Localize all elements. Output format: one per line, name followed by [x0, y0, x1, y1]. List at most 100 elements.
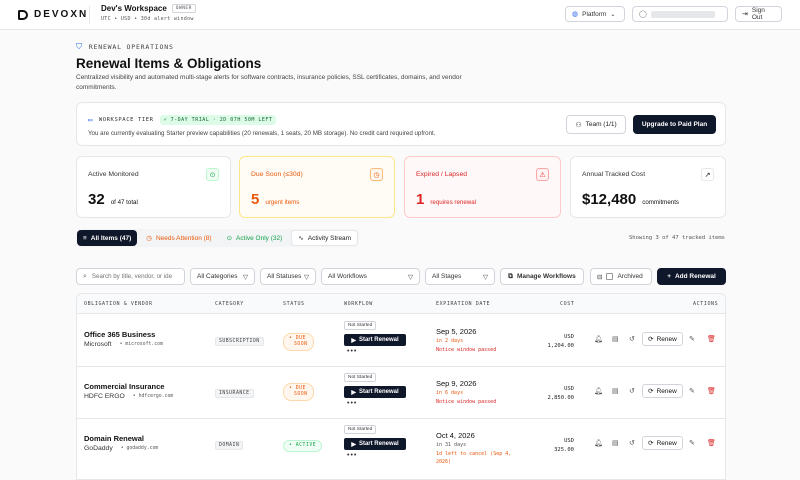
stat-card-cost: Annual Tracked Cost ↗ $12,480 commitments — [570, 156, 726, 218]
user-menu[interactable]: ◯ — [632, 6, 728, 22]
team-button[interactable]: ⚇ Team (1/1) — [566, 115, 626, 134]
start-renewal-button[interactable]: ▶ Start Renewal — [344, 438, 406, 450]
edit-icon[interactable]: ✎ — [689, 387, 695, 395]
document-icon[interactable]: ▤ — [612, 387, 619, 395]
workflow-status: Not Started — [344, 321, 377, 330]
bell-icon[interactable]: 🔔︎ — [594, 335, 603, 343]
play-icon: ▶ — [351, 441, 356, 448]
archived-toggle[interactable]: ⊟ Archived — [590, 268, 652, 285]
stat-suffix: urgent items — [265, 199, 300, 206]
workspace-name: Dev's Workspace — [101, 4, 167, 13]
upgrade-button[interactable]: Upgrade to Paid Plan — [633, 115, 716, 134]
tab-all-items[interactable]: ≡ All Items (47) — [77, 230, 138, 246]
card-icon: ▭ — [88, 116, 93, 124]
obligation-name[interactable]: Office 365 Business — [84, 330, 155, 339]
platform-dropdown[interactable]: ◍ Platform ⌄ — [565, 6, 625, 22]
cost: USD 325.00 — [554, 437, 574, 455]
history-icon[interactable]: ↺ — [629, 439, 635, 447]
edit-icon[interactable]: ✎ — [689, 439, 695, 447]
header-obligation: OBLIGATION & VENDOR — [84, 301, 153, 307]
history-icon[interactable]: ↺ — [629, 387, 635, 395]
renew-button[interactable]: ⟳ Renew — [642, 384, 683, 398]
start-renewal-button[interactable]: ▶ Start Renewal — [344, 334, 406, 346]
document-icon[interactable]: ▤ — [612, 335, 619, 343]
add-renewal-button[interactable]: + Add Renewal — [657, 268, 726, 285]
archive-icon: ⊟ — [597, 273, 603, 281]
rocket-icon: ➶ — [163, 117, 171, 123]
search-input[interactable] — [91, 273, 179, 280]
workflow-filter[interactable]: All Workflows ▽ — [321, 268, 420, 285]
status-text-2: SOON — [294, 392, 308, 397]
trash-icon[interactable]: 🗑︎ — [707, 335, 716, 343]
stat-value: 1 — [416, 191, 425, 208]
workspace-tier-card: ▭ WORKSPACE TIER ➶ 7-DAY TRIAL · 2D 07H … — [76, 102, 726, 146]
activity-icon: ∿ — [298, 235, 304, 242]
play-icon: ▶ — [351, 337, 356, 344]
stage-filter-label: All Stages — [432, 273, 462, 280]
stat-label: Annual Tracked Cost — [582, 171, 646, 178]
user-email-redacted — [650, 10, 715, 18]
renew-button[interactable]: ⟳ Renew — [642, 332, 683, 346]
chevron-down-icon: ⌄ — [610, 11, 616, 18]
tier-row: ▭ WORKSPACE TIER ➶ 7-DAY TRIAL · 2D 07H … — [88, 115, 277, 125]
tab-active-only[interactable]: ⊙ Active Only (32) — [221, 230, 289, 246]
status-text-2: SOON — [294, 342, 308, 347]
section-label-text: RENEWAL OPERATIONS — [88, 43, 174, 51]
renew-button[interactable]: ⟳ Renew — [642, 436, 683, 450]
more-options-icon[interactable]: ••• — [347, 348, 357, 355]
expiration-date: Sep 9, 2026 — [436, 379, 477, 388]
sign-out-button[interactable]: ⇥ Sign Out — [735, 6, 782, 22]
stat-label: Due Soon (≤30d) — [251, 171, 303, 178]
logo[interactable]: DEVOXN — [18, 9, 88, 20]
showing-count: Showing 3 of 47 tracked items — [628, 235, 725, 241]
search-box[interactable]: ⌕ — [76, 268, 185, 285]
trash-icon[interactable]: 🗑︎ — [707, 387, 716, 395]
status-filter[interactable]: All Statuses ▽ — [260, 268, 316, 285]
obligation-name[interactable]: Commercial Insurance — [84, 382, 164, 391]
role-badge: OWNER — [171, 4, 196, 13]
check-circle-icon: ⊙ — [226, 235, 233, 242]
table-row[interactable]: Commercial Insurance HDFC ERGO • hdfcergo… — [77, 367, 725, 419]
stat-label: Expired / Lapsed — [416, 171, 468, 178]
edit-icon[interactable]: ✎ — [689, 335, 695, 343]
tab-label: Needs Attention (8) — [155, 234, 212, 242]
clock-icon: ◷ — [146, 235, 152, 242]
stat-suffix: commitments — [642, 199, 680, 206]
archived-label: Archived — [617, 273, 643, 280]
start-renewal-label: Start Renewal — [358, 389, 399, 395]
table-row[interactable]: Domain Renewal GoDaddy • godaddy.com DOMA… — [77, 419, 725, 471]
stat-label: Active Monitored — [88, 171, 139, 178]
stat-card-expired: Expired / Lapsed ⚠ 1 requires renewal — [404, 156, 561, 218]
obligation-name[interactable]: Domain Renewal — [84, 434, 144, 443]
archived-checkbox[interactable] — [606, 273, 614, 280]
vendor-domain: • godaddy.com — [120, 446, 159, 451]
trash-icon[interactable]: 🗑︎ — [707, 439, 716, 447]
more-options-icon[interactable]: ••• — [347, 452, 357, 459]
workspace-subtitle: UTC • USD • 30d alert window — [101, 16, 194, 22]
more-options-icon[interactable]: ••• — [347, 400, 357, 407]
user-icon: ◯ — [639, 11, 647, 18]
bell-icon[interactable]: 🔔︎ — [594, 387, 603, 395]
stat-value: 5 — [251, 191, 260, 208]
tab-label: Active Only (32) — [236, 234, 283, 242]
header-workflow: WORKFLOW — [344, 301, 373, 307]
document-icon[interactable]: ▤ — [612, 439, 619, 447]
globe-icon: ◍ — [572, 11, 579, 18]
category-filter[interactable]: All Categories ▽ — [190, 268, 255, 285]
shield-icon: ⛉ — [76, 42, 83, 51]
amount: 325.00 — [554, 447, 574, 453]
expiration-date: Oct 4, 2026 — [436, 431, 475, 440]
tab-needs-attention[interactable]: ◷ Needs Attention (8) — [140, 230, 217, 246]
start-renewal-button[interactable]: ▶ Start Renewal — [344, 386, 406, 398]
top-bar: DEVOXN Dev's Workspace OWNER UTC • USD • … — [0, 0, 800, 30]
history-icon[interactable]: ↺ — [629, 335, 635, 343]
stage-filter[interactable]: All Stages ▽ — [425, 268, 495, 285]
filter-icon: ▽ — [243, 273, 248, 281]
manage-workflows-button[interactable]: ⧉ Manage Workflows — [500, 268, 584, 285]
tab-activity-stream[interactable]: ∿ Activity Stream — [291, 230, 359, 246]
workspace-switcher[interactable]: Dev's Workspace OWNER UTC • USD • 30d ale… — [101, 4, 196, 22]
table-row[interactable]: Office 365 Business Microsoft • microsoft… — [77, 315, 725, 367]
vendor-group: GoDaddy • godaddy.com — [84, 445, 158, 452]
bell-icon[interactable]: 🔔︎ — [594, 439, 603, 447]
expiration-note: Notice window passed — [436, 347, 497, 353]
